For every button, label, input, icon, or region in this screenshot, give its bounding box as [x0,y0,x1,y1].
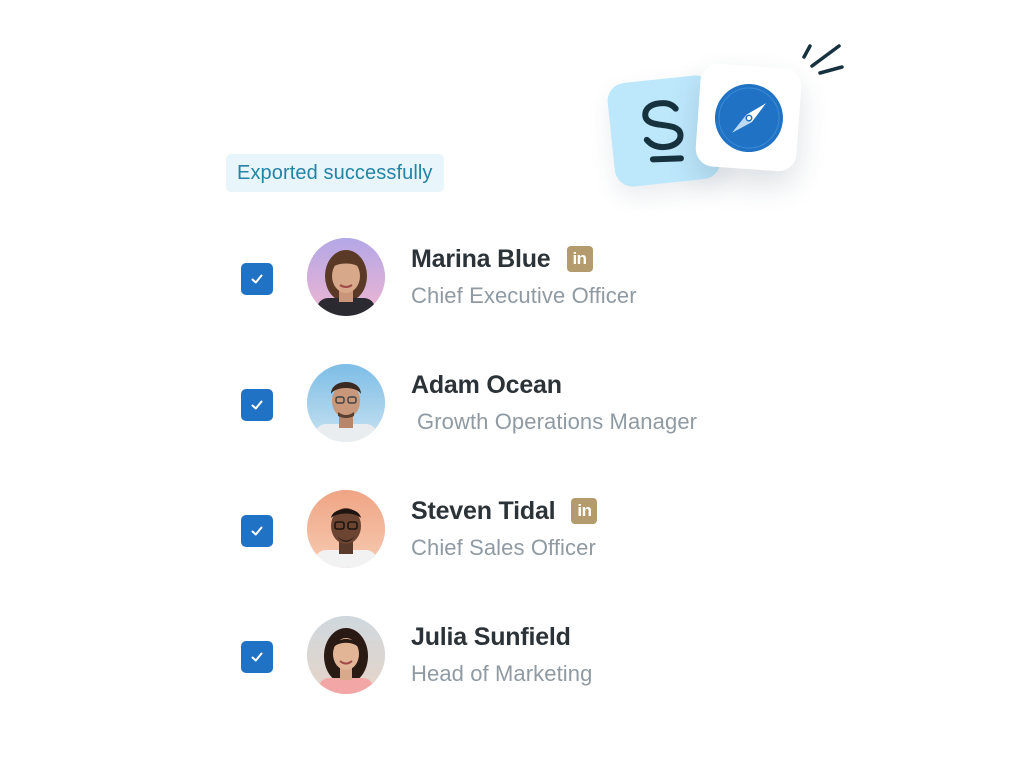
contact-name[interactable]: Julia Sunfield [411,623,571,652]
contact-row: Marina Blue in Chief Executive Officer [241,238,841,364]
select-checkbox[interactable] [241,263,273,295]
contact-title: Chief Executive Officer [411,283,637,308]
avatar [307,364,385,442]
sparkle-lines-icon [802,44,844,75]
export-success-toast: Exported successfully [226,154,444,192]
compass-icon [714,83,783,152]
linkedin-icon[interactable]: in [571,498,598,524]
check-icon [251,400,263,410]
check-icon [251,274,263,284]
contact-info: Adam Ocean Growth Operations Manager [411,369,697,435]
contact-title: Growth Operations Manager [417,409,698,434]
toast-message: Exported successfully [237,161,433,184]
contact-info: Julia Sunfield Head of Marketing [411,621,592,687]
check-icon [251,652,263,662]
contact-row: Steven Tidal in Chief Sales Officer [241,490,841,616]
contact-row: Adam Ocean Growth Operations Manager [241,364,841,490]
contact-name[interactable]: Marina Blue [411,245,551,274]
contact-list: Marina Blue in Chief Executive Officer A… [241,238,841,742]
s-logo-icon [642,100,684,163]
contact-row: Julia Sunfield Head of Marketing [241,616,841,742]
contact-name[interactable]: Adam Ocean [411,371,562,400]
contact-title: Chief Sales Officer [411,535,596,560]
avatar [307,238,385,316]
browser-app-tile [694,62,803,173]
select-checkbox[interactable] [241,389,273,421]
check-icon [251,526,263,536]
contact-name[interactable]: Steven Tidal [411,497,556,526]
select-checkbox[interactable] [241,641,273,673]
avatar [307,616,385,694]
linkedin-icon[interactable]: in [566,246,593,272]
contact-title: Head of Marketing [411,661,593,686]
select-checkbox[interactable] [241,515,273,547]
contact-info: Marina Blue in Chief Executive Officer [411,243,637,309]
contact-info: Steven Tidal in Chief Sales Officer [411,495,598,561]
avatar [307,490,385,568]
